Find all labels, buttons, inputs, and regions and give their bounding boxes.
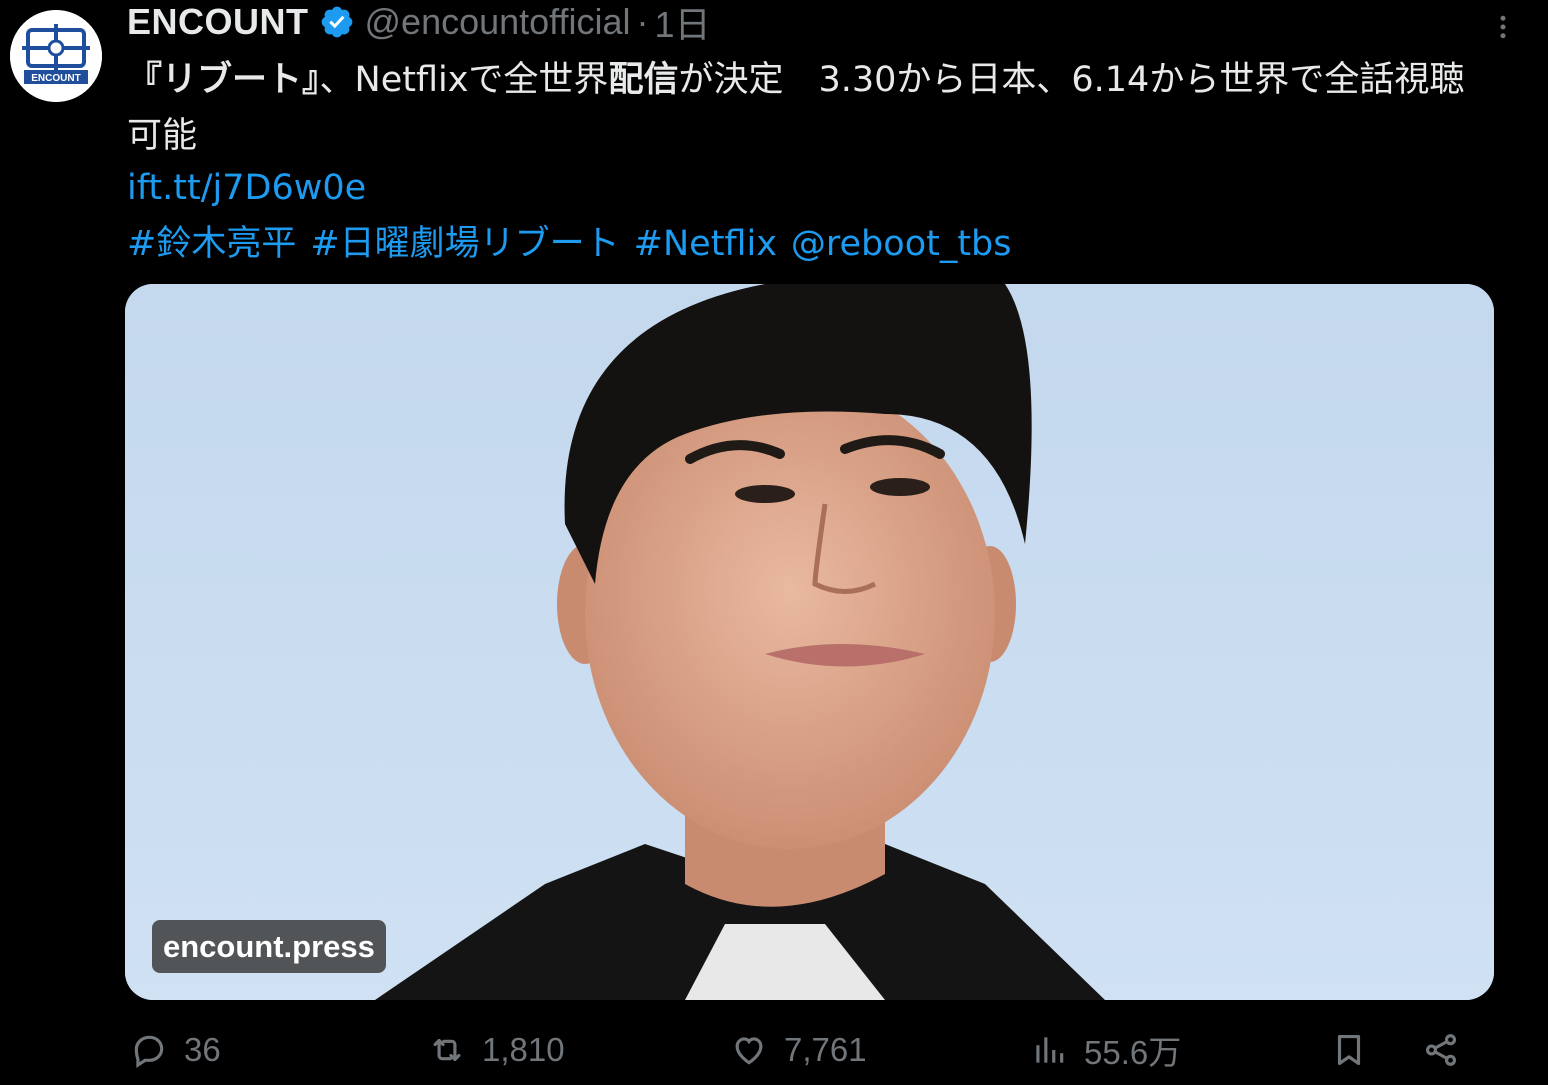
avatar-logo-text: ENCOUNT xyxy=(31,73,80,84)
photo-illustration xyxy=(125,284,1494,1000)
like-count: 7,761 xyxy=(784,1031,867,1068)
views-chart-icon xyxy=(1036,1037,1064,1063)
more-vertical-icon xyxy=(1500,15,1506,39)
more-options-button[interactable] xyxy=(1486,10,1520,44)
reply-count: 36 xyxy=(184,1031,221,1068)
share-button[interactable] xyxy=(1422,1022,1460,1078)
encount-logo-icon: ENCOUNT xyxy=(10,10,102,102)
repost-count: 1,810 xyxy=(482,1031,565,1068)
heart-icon xyxy=(735,1037,763,1065)
tweet-text: 『リブート』、Netflixで全世界配信が決定 3.30から日本、6.14から世… xyxy=(127,52,1497,164)
verified-badge-icon[interactable] xyxy=(319,4,355,40)
bookmark-button[interactable] xyxy=(1330,1022,1368,1078)
hashtag-link[interactable]: #Netflix xyxy=(634,224,777,264)
reply-icon xyxy=(134,1035,164,1069)
views-count: 55.6万 xyxy=(1084,1034,1182,1071)
tweet-text-emphasis: 配信 xyxy=(608,60,679,100)
reply-button[interactable]: 36 xyxy=(130,1022,221,1078)
repost-button[interactable]: 1,810 xyxy=(428,1022,565,1078)
tweet-media-photo[interactable] xyxy=(125,284,1494,1000)
tweet-header: ENCOUNT @encountofficial · 1日 xyxy=(127,0,711,45)
author-display-name[interactable]: ENCOUNT xyxy=(127,1,309,43)
tweet-text-title: 『リブート』 xyxy=(127,60,320,100)
bookmark-icon xyxy=(1337,1034,1361,1066)
author-avatar[interactable]: ENCOUNT xyxy=(10,10,102,102)
tweet-timestamp[interactable]: 1日 xyxy=(655,0,711,48)
repost-icon xyxy=(433,1038,461,1062)
hashtags: #鈴木亮平 #日曜劇場リブート #Netflix @reboot_tbs xyxy=(127,216,1026,272)
source-badge[interactable]: encount.press xyxy=(152,920,386,973)
like-button[interactable]: 7,761 xyxy=(730,1022,867,1078)
views-button[interactable]: 55.6万 xyxy=(1030,1022,1181,1078)
tweet-text-segment: 、Netflixで全世界 xyxy=(319,60,609,100)
tweet-actions: 36 1,810 7,761 55.6万 xyxy=(130,1022,1470,1078)
author-handle[interactable]: @encountofficial xyxy=(365,1,631,43)
hashtag-link[interactable]: #鈴木亮平 xyxy=(127,224,296,264)
hashtag-link[interactable]: #日曜劇場リブート xyxy=(310,224,619,264)
header-separator: · xyxy=(636,1,649,42)
mention-link[interactable]: @reboot_tbs xyxy=(791,224,1012,264)
share-icon xyxy=(1425,1034,1457,1066)
tweet-link[interactable]: ift.tt/j7D6w0e xyxy=(127,160,366,216)
